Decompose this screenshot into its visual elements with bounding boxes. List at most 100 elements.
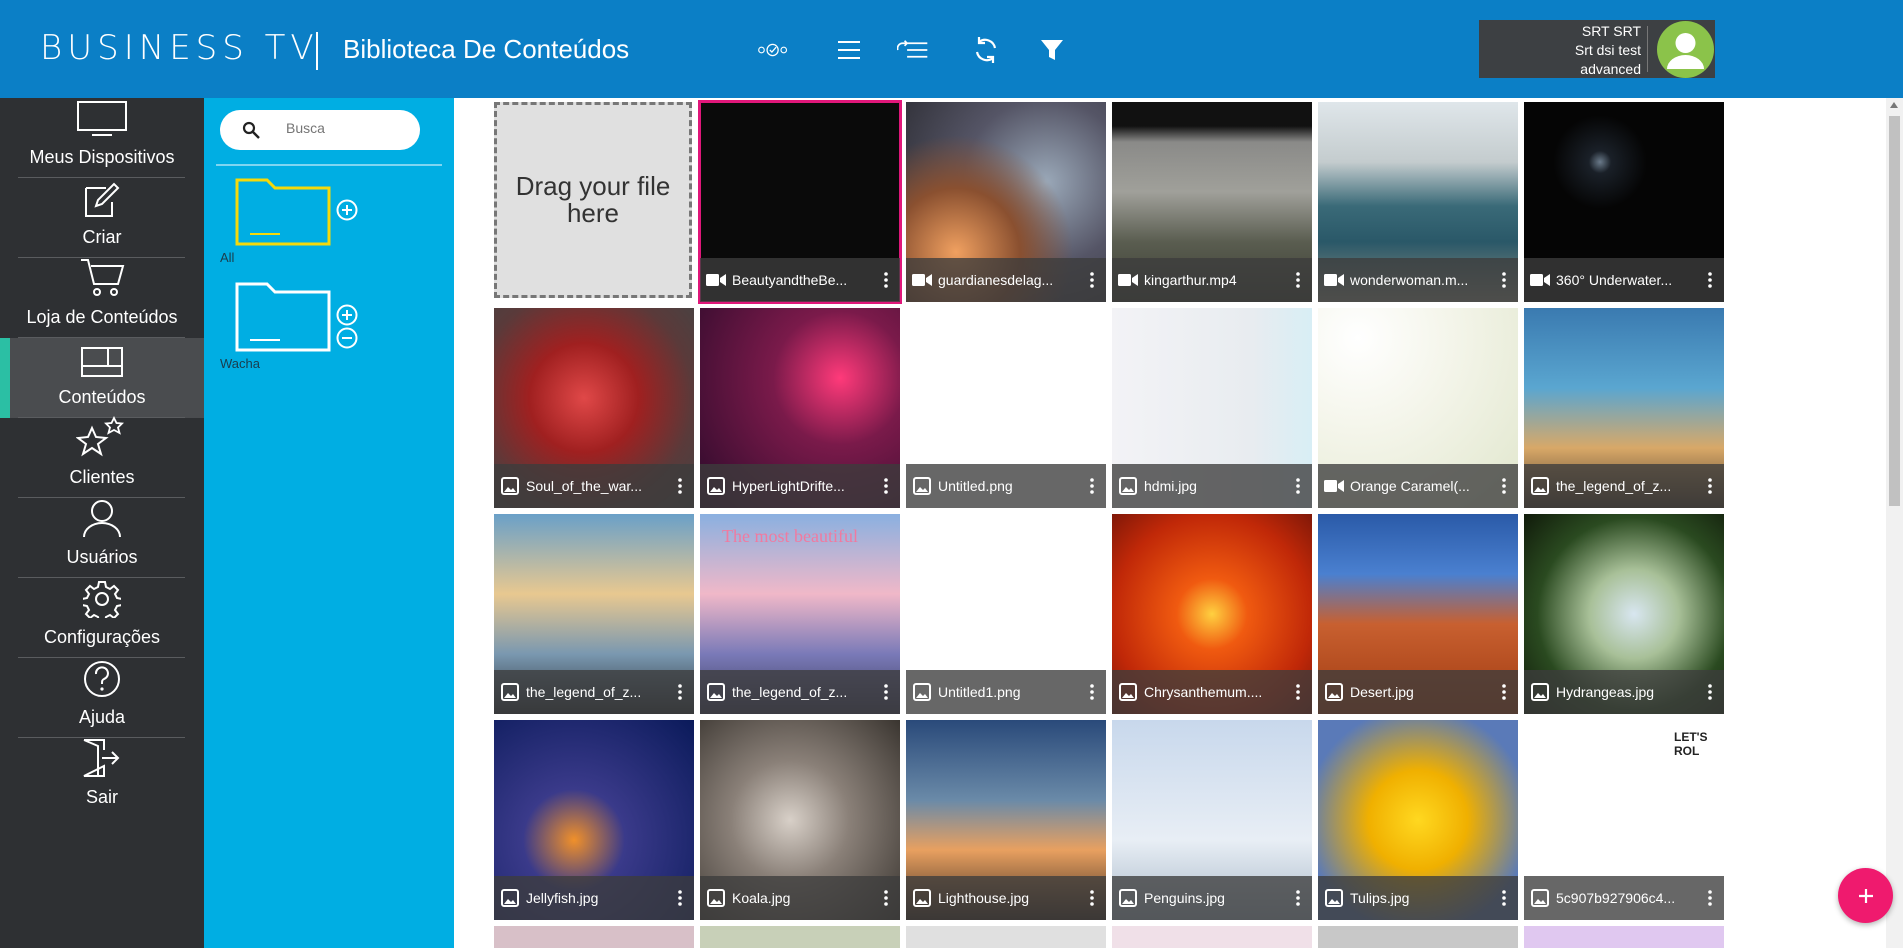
- media-tile[interactable]: the_legend_of_z...: [1524, 308, 1724, 508]
- media-tile[interactable]: guardianesdelag...: [906, 102, 1106, 302]
- media-tile[interactable]: Lighthouse.jpg: [906, 720, 1106, 920]
- media-tile[interactable]: Jellyfish.jpg: [494, 720, 694, 920]
- scroll-thumb[interactable]: [1889, 116, 1900, 506]
- more-options-icon[interactable]: [1078, 266, 1106, 294]
- sidebar-item-meus-dispositivos[interactable]: Meus Dispositivos: [0, 98, 204, 178]
- more-options-icon[interactable]: [1696, 266, 1724, 294]
- media-tile[interactable]: [1524, 926, 1724, 948]
- media-tile[interactable]: hdmi.jpg: [1112, 308, 1312, 508]
- tile-filename: Orange Caramel(...: [1350, 478, 1470, 494]
- more-options-icon[interactable]: [1078, 884, 1106, 912]
- more-options-icon[interactable]: [1284, 472, 1312, 500]
- sidebar-item-clientes[interactable]: Clientes: [0, 415, 204, 498]
- media-tile[interactable]: HyperLightDrifte...: [700, 308, 900, 508]
- add-folder-icon[interactable]: [336, 199, 358, 221]
- more-options-icon[interactable]: [1696, 884, 1724, 912]
- more-options-icon[interactable]: [872, 884, 900, 912]
- more-options-icon[interactable]: [666, 472, 694, 500]
- tile-filename: BeautyandtheBe...: [732, 272, 848, 288]
- media-tile[interactable]: [700, 926, 900, 948]
- media-tile[interactable]: [906, 926, 1106, 948]
- more-options-icon[interactable]: [1284, 266, 1312, 294]
- media-tile[interactable]: kingarthur.mp4: [1112, 102, 1312, 302]
- media-tile[interactable]: [494, 926, 694, 948]
- more-options-icon[interactable]: [1078, 472, 1106, 500]
- add-content-button[interactable]: [1838, 868, 1893, 923]
- media-tile[interactable]: Desert.jpg: [1318, 514, 1518, 714]
- stars-icon: [75, 415, 128, 463]
- media-tile[interactable]: 360° Underwater...: [1524, 102, 1724, 302]
- tile-footer: Untitled1.png: [906, 670, 1106, 714]
- sidebar-item-configuracoes[interactable]: Configurações: [0, 578, 204, 658]
- media-tile[interactable]: wonderwoman.m...: [1318, 102, 1518, 302]
- tile-filename: HyperLightDrifte...: [732, 478, 845, 494]
- media-tile[interactable]: The most beautiful the_legend_of_z...: [700, 514, 900, 714]
- sidebar-item-usuarios[interactable]: Usuários: [0, 498, 204, 578]
- sort-list-icon[interactable]: [897, 34, 929, 66]
- image-icon: [912, 476, 932, 496]
- search-icon: [242, 121, 260, 144]
- media-tile[interactable]: Orange Caramel(...: [1318, 308, 1518, 508]
- sidebar-item-label: Criar: [82, 227, 122, 247]
- more-options-icon[interactable]: [1078, 678, 1106, 706]
- list-icon[interactable]: [833, 34, 865, 66]
- thumb-caption: LET'S ROL: [1674, 730, 1708, 758]
- tile-footer: guardianesdelag...: [906, 258, 1106, 302]
- more-options-icon[interactable]: [872, 266, 900, 294]
- media-tile[interactable]: Hydrangeas.jpg: [1524, 514, 1724, 714]
- more-options-icon[interactable]: [872, 678, 900, 706]
- tile-filename: Koala.jpg: [732, 890, 791, 906]
- more-options-icon[interactable]: [1696, 472, 1724, 500]
- more-options-icon[interactable]: [872, 472, 900, 500]
- refresh-icon[interactable]: [970, 34, 1002, 66]
- panel-divider: [216, 164, 442, 166]
- media-tile[interactable]: Koala.jpg: [700, 720, 900, 920]
- sidebar-item-ajuda[interactable]: Ajuda: [0, 658, 204, 738]
- more-options-icon[interactable]: [666, 884, 694, 912]
- add-folder-icon[interactable]: [336, 304, 358, 326]
- tile-footer: wonderwoman.m...: [1318, 258, 1518, 302]
- media-tile[interactable]: LET'S ROL 5c907b927906c4...: [1524, 720, 1724, 920]
- media-tile[interactable]: the_legend_of_z...: [494, 514, 694, 714]
- search-box[interactable]: [220, 110, 420, 150]
- file-drop-zone[interactable]: Drag your file here: [494, 102, 692, 298]
- media-tile[interactable]: Tulips.jpg: [1318, 720, 1518, 920]
- user-icon: [82, 498, 122, 543]
- search-input[interactable]: [286, 120, 406, 136]
- more-options-icon[interactable]: [1490, 678, 1518, 706]
- status-icon[interactable]: [758, 34, 790, 66]
- more-options-icon[interactable]: [1490, 884, 1518, 912]
- more-options-icon[interactable]: [1490, 472, 1518, 500]
- sidebar-item-sair[interactable]: Sair: [0, 738, 204, 818]
- media-tile[interactable]: Chrysanthemum....: [1112, 514, 1312, 714]
- media-tile[interactable]: [1112, 926, 1312, 948]
- sidebar-item-criar[interactable]: Criar: [0, 178, 204, 258]
- media-tile[interactable]: Untitled.png: [906, 308, 1106, 508]
- tile-footer: 360° Underwater...: [1524, 258, 1724, 302]
- tile-filename: Lighthouse.jpg: [938, 890, 1030, 906]
- scroll-up-icon[interactable]: [1890, 102, 1898, 108]
- sidebar-item-loja[interactable]: Loja de Conteúdos: [0, 258, 204, 338]
- more-options-icon[interactable]: [1284, 884, 1312, 912]
- media-tile[interactable]: Penguins.jpg: [1112, 720, 1312, 920]
- media-tile[interactable]: Soul_of_the_war...: [494, 308, 694, 508]
- media-tile[interactable]: Untitled1.png: [906, 514, 1106, 714]
- more-options-icon[interactable]: [1696, 678, 1724, 706]
- folder-all[interactable]: [234, 172, 332, 248]
- media-tile[interactable]: BeautyandtheBe...: [698, 100, 902, 304]
- image-icon: [1530, 476, 1550, 496]
- more-options-icon[interactable]: [666, 678, 694, 706]
- scrollbar[interactable]: [1886, 98, 1903, 948]
- tile-footer: hdmi.jpg: [1112, 464, 1312, 508]
- remove-folder-icon[interactable]: [336, 327, 358, 349]
- more-options-icon[interactable]: [1284, 678, 1312, 706]
- sidebar-item-conteudos[interactable]: Conteúdos: [0, 338, 204, 418]
- filter-icon[interactable]: [1036, 34, 1068, 66]
- video-icon: [1118, 270, 1138, 290]
- avatar[interactable]: [1657, 21, 1714, 78]
- media-tile[interactable]: [1318, 926, 1518, 948]
- more-options-icon[interactable]: [1490, 266, 1518, 294]
- folder-label: All: [220, 250, 235, 265]
- tile-footer: Soul_of_the_war...: [494, 464, 694, 508]
- folder-wacha[interactable]: [234, 278, 332, 354]
